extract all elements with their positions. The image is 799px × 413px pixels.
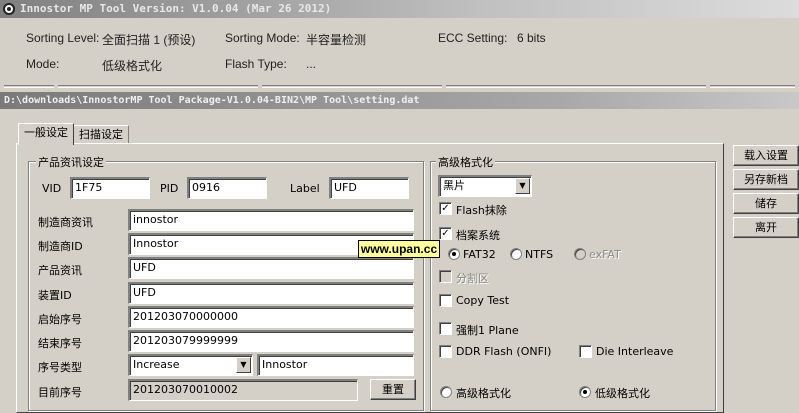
device-id-input[interactable]: UFD <box>128 282 414 304</box>
status-segment <box>58 85 258 88</box>
serial-prefix-input[interactable]: Innostor <box>257 354 414 376</box>
partition-checkbox[interactable] <box>439 270 452 283</box>
start-serial-input[interactable]: 201203070000000 <box>128 306 414 328</box>
app-icon <box>3 3 15 15</box>
sorting-mode-label: Sorting Mode: <box>225 31 300 45</box>
ecc-setting-label: ECC Setting: <box>438 31 508 45</box>
filesystem-label: 档案系统 <box>456 229 500 242</box>
filesystem-checkbox[interactable]: ✓ <box>439 227 452 240</box>
copy-test-label: Copy Test <box>456 294 510 307</box>
pid-input[interactable]: 0916 <box>187 177 267 199</box>
product-info-group-title: 产品资讯设定 <box>36 154 106 170</box>
advanced-format-group <box>430 161 716 411</box>
sorting-level-value: 全面扫描 1 (预设) <box>102 33 196 47</box>
vid-input[interactable]: 1F75 <box>70 177 150 199</box>
format-low-radio[interactable] <box>579 386 591 398</box>
serial-type-select[interactable]: Increase ▼ <box>128 354 253 376</box>
ddr-flash-checkbox[interactable] <box>439 345 452 358</box>
vendor-info-label: 制造商资讯 <box>38 216 93 229</box>
settings-dialog-title-bar: D:\downloads\InnostorMP Tool Package-V1.… <box>0 92 799 109</box>
label-label: Label <box>290 182 320 195</box>
status-segment <box>4 85 54 88</box>
ecc-setting-value: 6 bits <box>517 31 546 45</box>
force-plane-checkbox[interactable] <box>439 322 452 335</box>
end-serial-label: 结束序号 <box>38 337 82 350</box>
exfat-label: exFAT <box>589 248 621 261</box>
force-plane-label: 强制1 Plane <box>456 324 519 337</box>
watermark-label: www.upan.cc <box>358 240 440 258</box>
sorting-mode-value: 半容量检测 <box>306 33 367 47</box>
chip-color-value: 黑片 <box>443 179 465 192</box>
advanced-format-group-title: 高级格式化 <box>436 154 495 170</box>
status-segment <box>710 85 795 88</box>
save-button[interactable]: 储存 <box>733 193 799 214</box>
product-info-label: 产品资讯 <box>38 264 82 277</box>
serial-type-value: Increase <box>133 358 180 371</box>
format-high-label: 高级格式化 <box>456 387 511 400</box>
ntfs-radio[interactable] <box>510 248 522 260</box>
serial-type-label: 序号类型 <box>38 361 82 374</box>
die-interleave-label: Die Interleave <box>596 345 674 358</box>
fat32-radio[interactable] <box>448 248 460 260</box>
settings-file-path: D:\downloads\InnostorMP Tool Package-V1.… <box>4 95 420 106</box>
label-input[interactable]: UFD <box>329 177 409 199</box>
sorting-level-label: Sorting Level: <box>26 31 100 45</box>
fat32-label: FAT32 <box>463 248 496 261</box>
tab-scan-settings[interactable]: 扫描设定 <box>73 125 129 145</box>
flash-erase-label: Flash抹除 <box>456 204 507 217</box>
start-serial-label: 启始序号 <box>38 313 82 326</box>
format-low-label: 低级格式化 <box>595 387 650 400</box>
current-serial-label: 目前序号 <box>38 386 82 399</box>
product-info-input[interactable]: UFD <box>128 257 414 279</box>
flash-type-label: Flash Type: <box>225 57 287 71</box>
end-serial-input[interactable]: 201203079999999 <box>128 330 414 352</box>
reset-button[interactable]: 重置 <box>370 379 416 400</box>
load-settings-button[interactable]: 载入设置 <box>733 145 799 166</box>
copy-test-checkbox[interactable] <box>439 294 452 307</box>
main-title-bar: Innostor MP Tool Version: V1.0.04 (Mar 2… <box>0 0 799 18</box>
status-segment <box>262 85 442 88</box>
vendor-id-label: 制造商ID <box>38 240 83 253</box>
flash-erase-checkbox[interactable]: ✓ <box>439 202 452 215</box>
window-title: Innostor MP Tool Version: V1.0.04 (Mar 2… <box>20 2 332 15</box>
exfat-radio[interactable] <box>574 248 586 260</box>
chevron-down-icon[interactable]: ▼ <box>515 178 530 194</box>
ddr-flash-label: DDR Flash (ONFI) <box>456 345 552 358</box>
mode-value: 低级格式化 <box>102 59 163 73</box>
pid-label: PID <box>160 182 179 195</box>
vendor-info-input[interactable]: innostor <box>128 209 414 231</box>
vid-label: VID <box>42 182 62 195</box>
partition-label: 分割区 <box>456 272 489 285</box>
status-segment <box>446 85 706 88</box>
device-id-label: 装置ID <box>38 289 72 302</box>
current-serial-field: 201203070010002 <box>128 379 358 401</box>
chevron-down-icon[interactable]: ▼ <box>236 357 251 373</box>
format-high-radio[interactable] <box>440 386 452 398</box>
die-interleave-checkbox[interactable] <box>579 345 592 358</box>
tab-general-settings[interactable]: 一般设定 <box>18 123 74 145</box>
mode-label: Mode: <box>26 57 60 71</box>
exit-button[interactable]: 离开 <box>733 217 799 238</box>
flash-type-value: ... <box>306 57 317 71</box>
chip-color-select[interactable]: 黑片 ▼ <box>438 175 532 197</box>
save-as-button[interactable]: 另存新档 <box>733 169 799 190</box>
ntfs-label: NTFS <box>525 248 554 261</box>
